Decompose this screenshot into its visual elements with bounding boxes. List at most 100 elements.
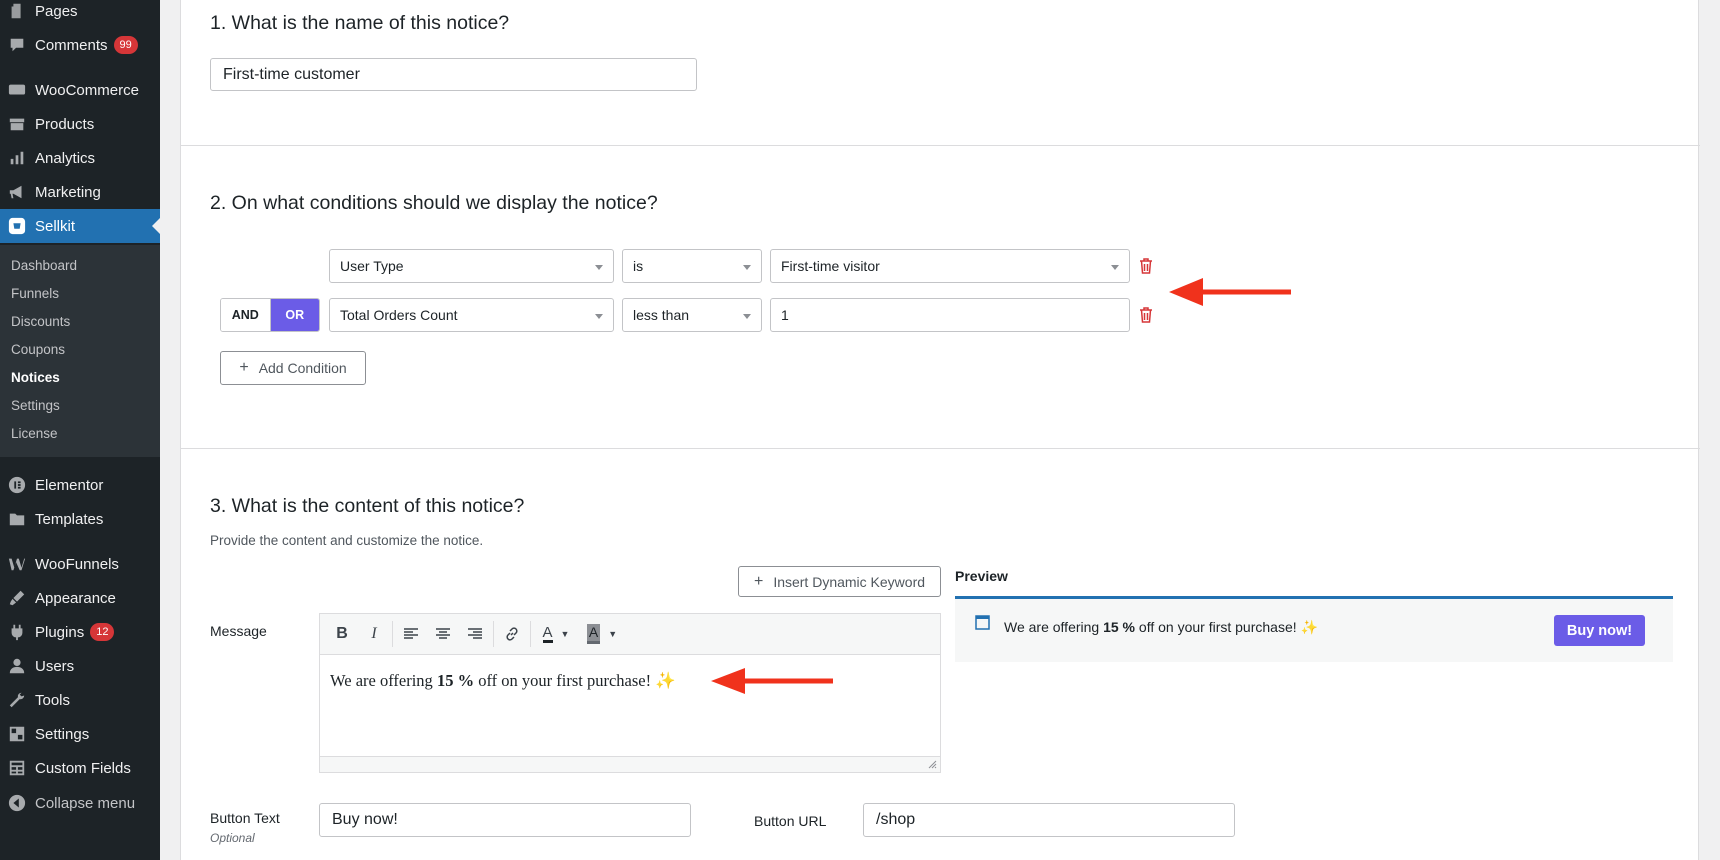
menu-item-marketing[interactable]: Marketing <box>0 175 160 209</box>
text-color-icon: A <box>542 624 553 643</box>
menu-label: Pages <box>35 2 78 20</box>
menu-label: Collapse menu <box>35 794 136 812</box>
button-url-label: Button URL <box>754 813 827 829</box>
settings-icon <box>7 724 27 744</box>
menu-item-sellkit[interactable]: Sellkit <box>0 209 160 243</box>
menu-item-comments[interactable]: Comments 99 <box>0 28 160 62</box>
trash-icon <box>1140 307 1152 323</box>
toolbar-divider <box>530 621 531 647</box>
menu-label: Elementor <box>35 476 104 494</box>
background-color-button[interactable]: A ▼ <box>579 618 625 650</box>
woofunnels-icon <box>7 554 27 574</box>
menu-item-analytics[interactable]: Analytics <box>0 141 160 175</box>
users-icon <box>7 656 27 676</box>
condition-2-value-input[interactable]: 1 <box>770 298 1130 332</box>
text-color-button[interactable]: A ▼ <box>533 618 579 650</box>
resize-handle-icon[interactable] <box>928 760 937 769</box>
elementor-icon <box>7 475 27 495</box>
annotation-arrow <box>711 668 833 694</box>
editor-toolbar: B I A ▼ A ▼ <box>320 614 940 655</box>
preview-text-part: We are offering <box>1004 619 1104 635</box>
condition-1-field-select[interactable]: User Type <box>329 249 614 283</box>
marketing-icon <box>7 182 27 202</box>
delete-condition-2-button[interactable] <box>1139 307 1153 323</box>
preview-buy-now-button[interactable]: Buy now! <box>1554 615 1645 646</box>
menu-item-appearance[interactable]: Appearance <box>0 581 160 615</box>
link-icon <box>506 627 518 641</box>
or-button[interactable]: OR <box>270 299 319 331</box>
preview-bold-text: 15 % <box>1103 619 1136 635</box>
align-center-button[interactable] <box>427 618 459 650</box>
toolbar-divider <box>392 621 393 647</box>
submenu-funnels[interactable]: Funnels <box>11 286 59 301</box>
chevron-down-icon <box>743 314 751 319</box>
menu-label: Analytics <box>35 149 96 167</box>
condition-1-value-select[interactable]: First-time visitor <box>770 249 1130 283</box>
chevron-down-icon <box>595 314 603 319</box>
insert-link-button[interactable] <box>496 618 528 650</box>
menu-item-elementor[interactable]: Elementor <box>0 468 160 502</box>
products-icon <box>7 114 27 134</box>
menu-item-custom-fields[interactable]: Custom Fields <box>0 751 160 785</box>
preview-heading: Preview <box>955 568 1008 584</box>
notice-editor-panel: 1. What is the name of this notice? Firs… <box>180 0 1700 860</box>
section-divider <box>181 145 1700 146</box>
menu-item-templates[interactable]: Templates <box>0 502 160 536</box>
message-editor: B I A ▼ A ▼ We are offering 15 % off on … <box>319 613 941 773</box>
italic-button[interactable]: I <box>358 618 390 650</box>
button-url-input[interactable]: /shop <box>863 803 1235 837</box>
message-bold-text: 15 % <box>436 671 475 690</box>
tools-icon <box>7 690 27 710</box>
chevron-down-icon <box>595 265 603 270</box>
menu-item-users[interactable]: Users <box>0 649 160 683</box>
section-2-title: 2. On what conditions should we display … <box>210 192 658 214</box>
menu-item-woofunnels[interactable]: WooFunnels <box>0 547 160 581</box>
trash-icon <box>1140 258 1152 274</box>
submenu-settings[interactable]: Settings <box>11 398 60 413</box>
align-center-icon <box>436 628 450 639</box>
collapse-menu-button[interactable]: Collapse menu <box>0 786 160 820</box>
submenu-coupons[interactable]: Coupons <box>11 342 65 357</box>
annotation-arrow <box>1169 278 1291 306</box>
menu-item-settings[interactable]: Settings <box>0 717 160 751</box>
menu-label: Templates <box>35 510 104 528</box>
submenu-discounts[interactable]: Discounts <box>11 314 70 329</box>
align-left-icon <box>404 628 418 639</box>
menu-item-pages[interactable]: Pages <box>0 0 160 28</box>
select-value: User Type <box>340 258 404 274</box>
menu-label: Custom Fields <box>35 759 131 777</box>
admin-sidebar: Pages Comments 99 WooCommerce Products A… <box>0 0 160 860</box>
select-value: less than <box>633 307 690 323</box>
chevron-down-icon: ▼ <box>560 629 570 639</box>
menu-item-plugins[interactable]: Plugins 12 <box>0 615 160 649</box>
condition-1-operator-select[interactable]: is <box>622 249 762 283</box>
condition-2-operator-select[interactable]: less than <box>622 298 762 332</box>
align-right-button[interactable] <box>459 618 491 650</box>
bold-button[interactable]: B <box>326 618 358 650</box>
submenu-license[interactable]: License <box>11 426 58 441</box>
message-editor-content[interactable]: We are offering 15 % off on your first p… <box>320 655 940 755</box>
add-condition-button[interactable]: + Add Condition <box>220 351 366 385</box>
menu-label: Sellkit <box>35 217 76 235</box>
delete-condition-1-button[interactable] <box>1139 258 1153 274</box>
insert-dynamic-keyword-button[interactable]: + Insert Dynamic Keyword <box>738 566 941 597</box>
submenu-dashboard[interactable]: Dashboard <box>11 258 77 273</box>
submenu-notices[interactable]: Notices <box>11 370 60 385</box>
align-left-button[interactable] <box>395 618 427 650</box>
section-3-description: Provide the content and customize the no… <box>210 533 484 548</box>
sellkit-icon <box>7 216 27 236</box>
toolbar-divider <box>493 621 494 647</box>
plus-icon: + <box>239 359 249 376</box>
and-or-toggle: AND OR <box>220 298 320 332</box>
section-1-title: 1. What is the name of this notice? <box>210 12 510 34</box>
section-divider <box>181 448 1700 449</box>
menu-item-products[interactable]: Products <box>0 107 160 141</box>
editor-status-bar <box>320 756 940 772</box>
notice-name-input[interactable]: First-time customer <box>210 58 697 91</box>
button-text-input[interactable]: Buy now! <box>319 803 691 837</box>
preview-message: We are offering 15 % off on your first p… <box>1004 619 1318 636</box>
condition-2-field-select[interactable]: Total Orders Count <box>329 298 614 332</box>
menu-item-woocommerce[interactable]: WooCommerce <box>0 73 160 107</box>
menu-item-tools[interactable]: Tools <box>0 683 160 717</box>
and-button[interactable]: AND <box>221 299 271 331</box>
